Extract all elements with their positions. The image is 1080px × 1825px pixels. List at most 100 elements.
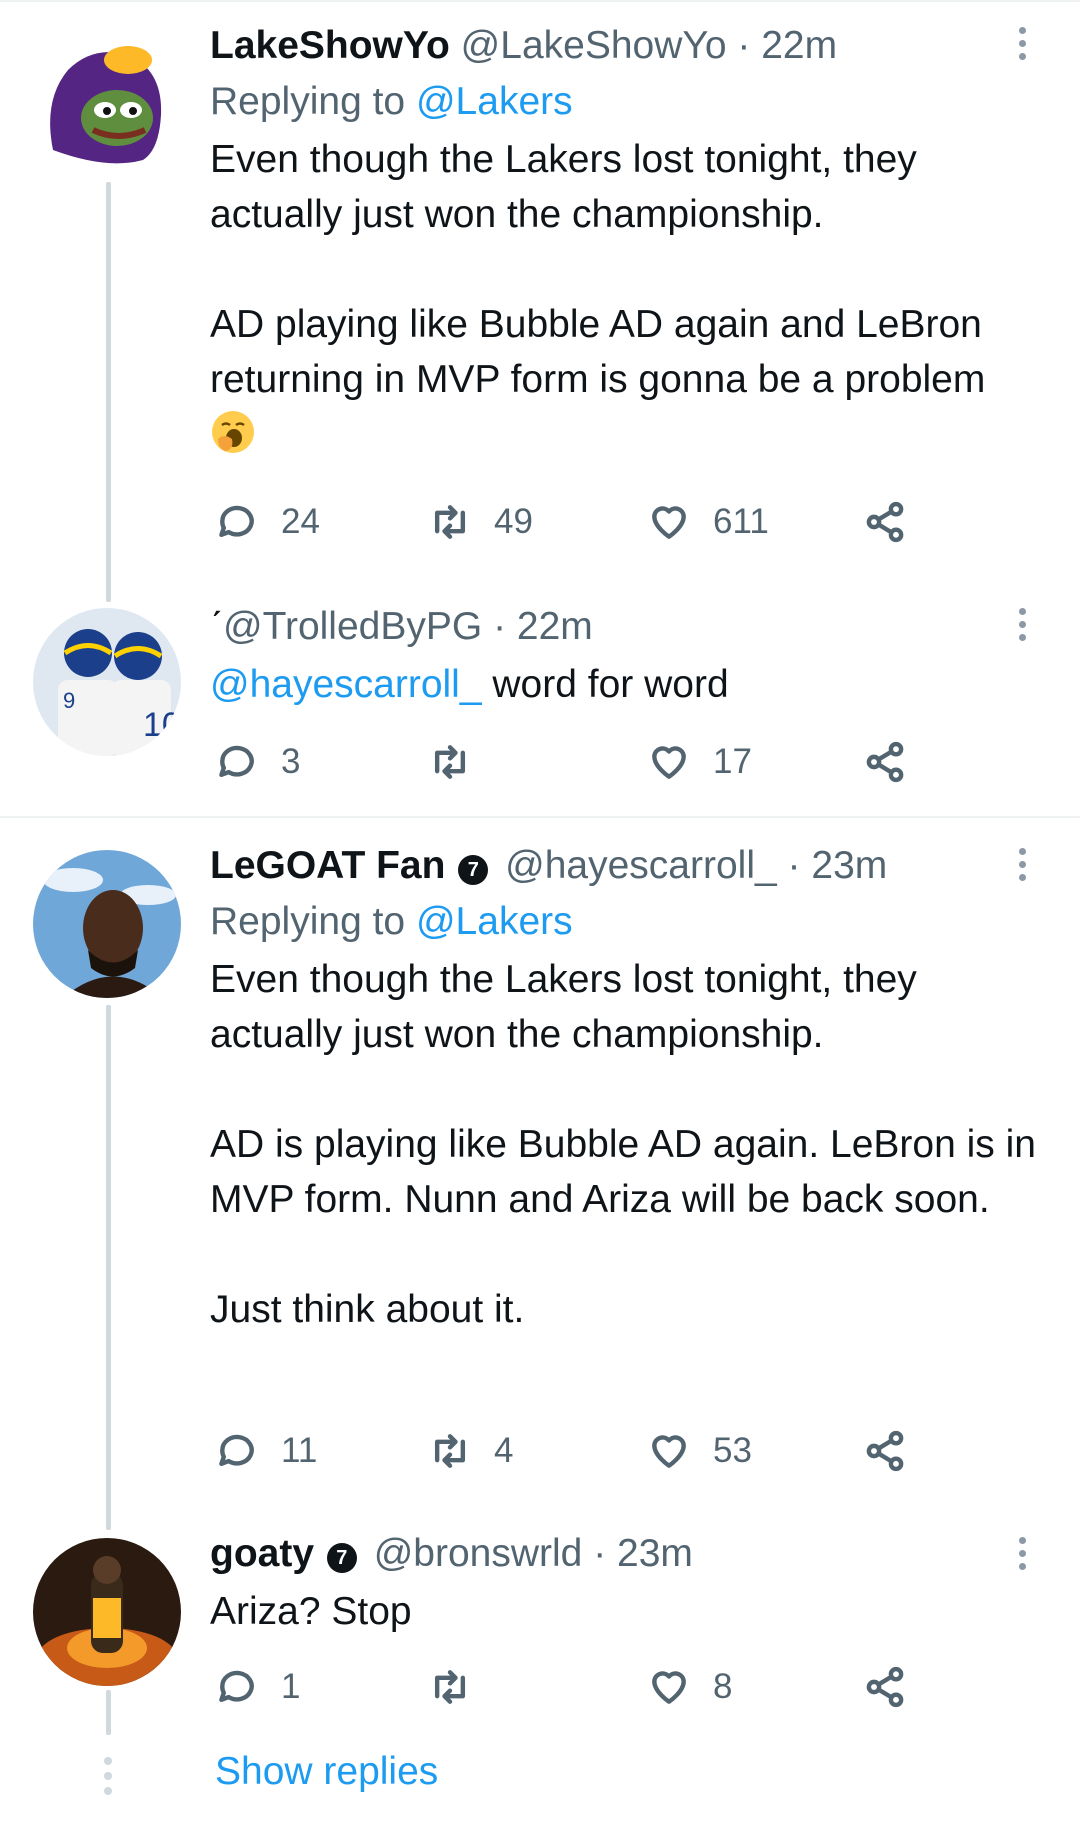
thread-line	[106, 182, 111, 602]
share-button[interactable]	[863, 497, 907, 547]
tweet-paragraph: Even though the Lakers lost tonight, the…	[210, 138, 917, 236]
reply-count: 24	[281, 502, 320, 541]
avatar[interactable]: 10 9	[33, 608, 181, 756]
separator: ·	[493, 605, 507, 648]
heart-icon	[652, 1671, 686, 1704]
retweet-icon	[434, 505, 466, 539]
display-name[interactable]: LeGOAT Fan	[210, 844, 445, 887]
tweet-text-rest: word for word	[481, 663, 729, 706]
mention-link[interactable]: @Lakers	[416, 900, 573, 943]
like-button[interactable]: 17	[647, 737, 752, 787]
retweet-icon	[434, 1670, 466, 1704]
timestamp[interactable]: 23m	[617, 1532, 693, 1575]
tweet-text: @hayescarroll_ word for word	[210, 657, 1050, 712]
reply-button[interactable]: 3	[215, 737, 300, 787]
reply-count: 3	[281, 742, 301, 781]
more-replies-dots-icon	[104, 1757, 112, 1802]
svg-text:9: 9	[63, 688, 75, 713]
thread-line	[106, 1690, 111, 1735]
tweet-paragraph: AD is playing like Bubble AD again. LeBr…	[210, 1123, 1036, 1221]
timestamp[interactable]: 23m	[811, 844, 887, 887]
share-button[interactable]	[863, 737, 907, 787]
tweet-text: Even though the Lakers lost tonight, the…	[210, 132, 1050, 470]
username[interactable]: @TrolledByPG	[223, 605, 482, 648]
share-button[interactable]	[863, 1426, 907, 1476]
tweet[interactable]: ˊ@TrolledByPG · 22m @hayescarroll_ word …	[210, 603, 1050, 712]
heart-icon	[652, 746, 686, 779]
reply-button[interactable]: 1	[215, 1662, 300, 1712]
retweet-button[interactable]: 4	[428, 1426, 513, 1476]
heart-icon	[652, 506, 686, 539]
reply-icon	[219, 1670, 254, 1703]
mention-link[interactable]: @Lakers	[416, 80, 573, 123]
more-options-icon[interactable]	[1018, 608, 1028, 647]
reply-icon	[219, 505, 254, 538]
timestamp[interactable]: 22m	[761, 24, 837, 67]
share-icon	[866, 741, 904, 783]
retweet-icon	[434, 1434, 466, 1468]
tweet-paragraph: Even though the Lakers lost tonight, the…	[210, 958, 917, 1056]
divider	[0, 816, 1080, 818]
replying-to: Replying to @Lakers	[210, 78, 1050, 126]
avatar[interactable]	[33, 850, 181, 998]
tweet-header: goaty 7 @bronswrld · 23m	[210, 1530, 1050, 1578]
retweet-button[interactable]: 49	[428, 497, 533, 547]
tweet-header: LakeShowYo @LakeShowYo · 22m	[210, 22, 1050, 70]
yawning-face-icon	[212, 411, 254, 453]
like-count: 8	[713, 1667, 733, 1706]
share-button[interactable]	[863, 1662, 907, 1712]
more-options-icon[interactable]	[1018, 848, 1028, 887]
separator: ·	[787, 844, 801, 887]
reply-button[interactable]: 11	[215, 1426, 317, 1476]
top-divider	[0, 0, 1080, 2]
like-button[interactable]: 611	[647, 497, 769, 547]
badge-icon: 7	[326, 1543, 357, 1573]
more-options-icon[interactable]	[1018, 27, 1028, 66]
tweet-header: ˊ@TrolledByPG · 22m	[210, 603, 1050, 651]
avatar[interactable]	[33, 30, 181, 178]
reply-icon	[219, 1434, 254, 1467]
display-name[interactable]: LakeShowYo	[210, 24, 450, 67]
display-name[interactable]: goaty	[210, 1532, 314, 1575]
reply-count: 1	[281, 1667, 301, 1706]
heart-icon	[652, 1435, 686, 1468]
tweet[interactable]: LakeShowYo @LakeShowYo · 22m Replying to…	[210, 22, 1050, 470]
retweet-button[interactable]	[428, 737, 494, 787]
like-count: 611	[713, 502, 769, 541]
tweet-paragraph: Ariza? Stop	[210, 1590, 412, 1633]
reply-icon	[219, 745, 254, 778]
more-options-icon[interactable]	[1018, 1537, 1028, 1576]
thread-line	[106, 1005, 111, 1530]
tweet-paragraph: AD playing like Bubble AD again and LeBr…	[210, 303, 986, 401]
like-button[interactable]: 8	[647, 1662, 732, 1712]
retweet-icon	[434, 745, 466, 779]
display-name[interactable]: ˊ	[210, 605, 223, 648]
reply-button[interactable]: 24	[215, 497, 320, 547]
username[interactable]: @hayescarroll_	[505, 844, 777, 887]
show-replies-link[interactable]: Show replies	[215, 1750, 438, 1794]
share-icon	[866, 1666, 904, 1708]
username[interactable]: @bronswrld	[374, 1532, 583, 1575]
replying-label: Replying to	[210, 900, 406, 943]
retweet-count: 49	[494, 502, 533, 541]
reply-count: 11	[281, 1431, 318, 1470]
retweet-button[interactable]	[428, 1662, 494, 1712]
tweet-header: LeGOAT Fan 7 @hayescarroll_ · 23m	[210, 842, 1050, 890]
tweet-text: Even though the Lakers lost tonight, the…	[210, 952, 1050, 1337]
replying-label: Replying to	[210, 80, 406, 123]
share-icon	[866, 501, 904, 543]
separator: ·	[593, 1532, 607, 1575]
tweet-paragraph: Just think about it.	[210, 1288, 525, 1331]
username[interactable]: @LakeShowYo	[461, 24, 727, 67]
like-count: 17	[713, 742, 752, 781]
avatar[interactable]	[33, 1538, 181, 1686]
tweet[interactable]: LeGOAT Fan 7 @hayescarroll_ · 23m Replyi…	[210, 842, 1050, 1337]
replying-to: Replying to @Lakers	[210, 898, 1050, 946]
timestamp[interactable]: 22m	[517, 605, 593, 648]
tweet[interactable]: goaty 7 @bronswrld · 23m Ariza? Stop	[210, 1530, 1050, 1639]
separator: ·	[737, 24, 751, 67]
svg-text:10: 10	[143, 706, 181, 744]
mention-link[interactable]: @hayescarroll_	[210, 663, 482, 706]
like-count: 53	[713, 1431, 752, 1470]
like-button[interactable]: 53	[647, 1426, 752, 1476]
